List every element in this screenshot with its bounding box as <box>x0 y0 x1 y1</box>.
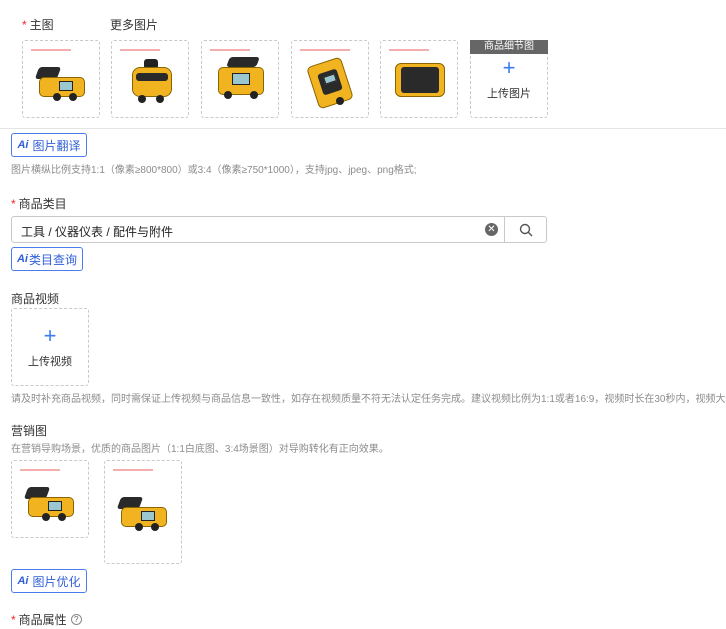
category-value: 工具 / 仪器仪表 / 配件与附件 <box>21 225 174 239</box>
product-image <box>23 483 78 523</box>
video-label: 商品视频 <box>11 292 60 306</box>
ai-icon: Ai <box>17 139 29 151</box>
image-translate-button[interactable]: Ai 图片翻译 <box>11 133 87 157</box>
watermark-text <box>20 469 60 471</box>
product-image <box>306 53 358 111</box>
product-image <box>116 493 171 533</box>
ai-icon: Ai <box>16 253 28 265</box>
more-image-thumb-4[interactable] <box>380 40 458 118</box>
more-image-thumb-1[interactable] <box>111 40 189 118</box>
category-query-button[interactable]: Ai 类目查询 <box>11 247 83 271</box>
marketing-image-portrait[interactable] <box>104 460 182 564</box>
image-optimize-button[interactable]: Ai 图片优化 <box>11 569 87 593</box>
required-mark: * <box>11 612 16 627</box>
category-search-button[interactable] <box>504 217 547 242</box>
main-image-thumb[interactable] <box>22 40 100 118</box>
plus-icon: + <box>43 323 57 348</box>
category-label: * 商品类目 <box>11 197 67 211</box>
upload-image-button[interactable]: 商品细节图 + 上传图片 <box>470 40 548 118</box>
clear-icon[interactable]: ✕ <box>485 223 498 236</box>
more-image-thumb-3[interactable] <box>291 40 369 118</box>
watermark-text <box>31 49 71 51</box>
help-icon[interactable]: ? <box>70 614 82 625</box>
watermark-text <box>300 49 350 51</box>
search-icon <box>519 223 533 236</box>
product-image <box>395 59 445 101</box>
required-mark: * <box>11 197 16 211</box>
marketing-label: 营销图 <box>11 424 48 438</box>
watermark-text <box>120 49 160 51</box>
image-translate-label: 图片翻译 <box>32 138 81 153</box>
watermark-text <box>210 49 250 51</box>
image-optimize-label: 图片优化 <box>32 574 81 589</box>
marketing-hint: 在营销导购场景，优质的商品图片（1:1白底图、3:4场景图）对导购转化有正向效果… <box>11 444 389 455</box>
plus-icon: + <box>502 55 516 80</box>
more-image-thumb-2[interactable] <box>201 40 279 118</box>
ai-icon: Ai <box>17 575 29 587</box>
required-mark: * <box>22 18 27 32</box>
upload-video-button[interactable]: + 上传视频 <box>11 308 89 386</box>
category-query-label: 类目查询 <box>28 252 77 267</box>
product-image <box>34 63 89 103</box>
product-image <box>128 59 176 107</box>
product-image <box>214 57 268 105</box>
marketing-image-square[interactable] <box>11 460 89 538</box>
category-select[interactable]: 工具 / 仪器仪表 / 配件与附件 ✕ <box>11 216 547 243</box>
watermark-text <box>113 469 153 471</box>
image-hint: 图片横纵比例支持1:1（像素≥800*800）或3:4（像素≥750*1000）… <box>11 165 417 176</box>
more-images-label: 更多图片 <box>110 18 159 32</box>
attributes-label: * 商品属性 ? <box>11 611 82 628</box>
watermark-text <box>389 49 429 51</box>
video-hint-wrap: 请及时补充商品视频，同时需保证上传视频与商品信息一致性，如存在视频质量不符无法认… <box>11 390 726 405</box>
upload-video-label: 上传视频 <box>28 356 72 368</box>
video-hint: 请及时补充商品视频，同时需保证上传视频与商品信息一致性，如存在视频质量不符无法认… <box>11 394 726 405</box>
main-image-label: * 主图 <box>22 18 54 32</box>
detail-image-badge: 商品细节图 <box>470 40 548 54</box>
upload-image-label: 上传图片 <box>487 88 531 100</box>
